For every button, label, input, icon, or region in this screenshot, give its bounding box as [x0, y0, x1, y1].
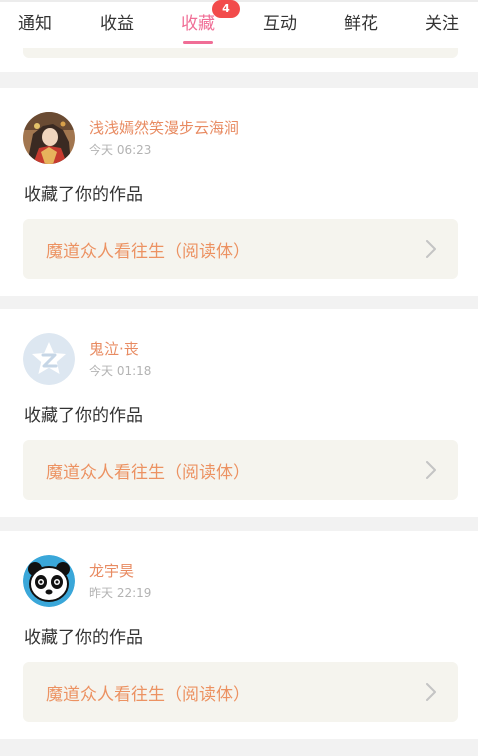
favorites-count-badge: 4	[212, 0, 240, 18]
tab-flowers[interactable]: 鲜花	[344, 12, 378, 42]
default-star-avatar-icon[interactable]	[23, 333, 75, 385]
work-title: 魔道众人看往生（阅读体）	[46, 685, 250, 705]
username[interactable]: 龙宇昊	[89, 560, 134, 581]
chevron-right-icon	[426, 461, 436, 479]
active-tab-indicator	[183, 41, 213, 44]
list-item: 浅浅嫣然笑漫步云海涧 今天 06:23 收藏了你的作品 魔道众人看往生（阅读体）	[0, 88, 478, 296]
list-item: 鬼泣·丧 今天 01:18 收藏了你的作品 魔道众人看往生（阅读体）	[0, 309, 478, 517]
portrait-avatar-icon[interactable]	[23, 112, 75, 164]
tab-earnings[interactable]: 收益	[100, 12, 134, 42]
tab-notifications[interactable]: 通知	[18, 12, 52, 42]
username[interactable]: 鬼泣·丧	[89, 338, 139, 359]
work-card[interactable]: 魔道众人看往生（阅读体）	[23, 662, 458, 722]
list-item: 龙宇昊 昨天 22:19 收藏了你的作品 魔道众人看往生（阅读体）	[0, 531, 478, 739]
panda-avatar-icon[interactable]	[23, 555, 75, 607]
action-text: 收藏了你的作品	[24, 628, 143, 648]
timestamp: 今天 01:18	[89, 364, 152, 378]
chevron-right-icon	[426, 683, 436, 701]
chevron-right-icon	[426, 240, 436, 258]
work-title: 魔道众人看往生（阅读体）	[46, 242, 250, 262]
action-text: 收藏了你的作品	[24, 406, 143, 426]
action-text: 收藏了你的作品	[24, 185, 143, 205]
timestamp: 昨天 22:19	[89, 586, 152, 600]
tab-favorites[interactable]: 收藏	[181, 12, 215, 42]
work-card[interactable]: 魔道众人看往生（阅读体）	[23, 219, 458, 279]
work-title: 魔道众人看往生（阅读体）	[46, 463, 250, 483]
tab-follows[interactable]: 关注	[425, 12, 459, 42]
previous-work-card-stub	[23, 48, 458, 58]
timestamp: 今天 06:23	[89, 143, 152, 157]
tab-interactions[interactable]: 互动	[263, 12, 297, 42]
previous-card-stub	[0, 48, 478, 72]
work-card[interactable]: 魔道众人看往生（阅读体）	[23, 440, 458, 500]
tab-bar: 通知 收益 收藏 互动 鲜花 关注 4	[0, 0, 478, 48]
username[interactable]: 浅浅嫣然笑漫步云海涧	[89, 117, 239, 138]
